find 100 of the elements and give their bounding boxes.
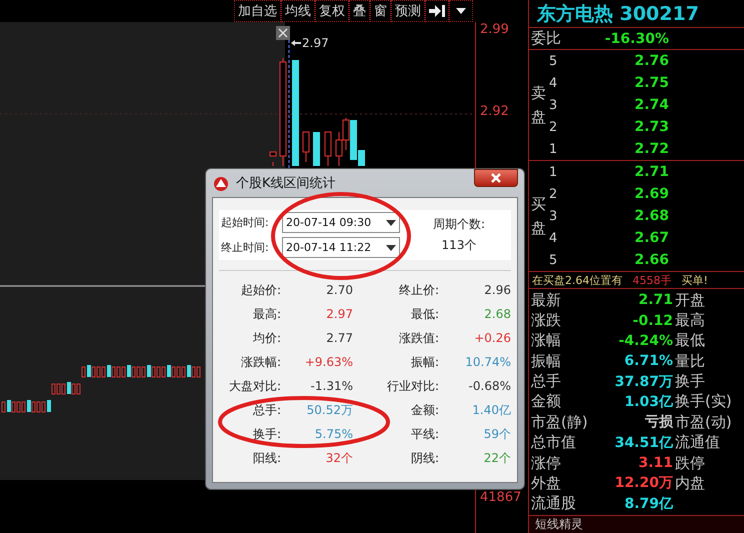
stat-label: 均价: [252,331,281,345]
order-price: 2.71 [633,164,669,180]
period-label: 周期个数: [432,216,486,233]
order-price: 2.72 [633,141,669,157]
footer-tab[interactable]: 短线精灵 [529,515,744,533]
order-level: 2 [549,120,558,134]
stat-value: 2.77 [325,331,353,345]
order-price: 2.76 [633,53,669,69]
quote-label: 最新 [530,290,562,310]
order-level: 4 [549,230,558,246]
quote-label: 最低 [674,331,706,350]
stat-value: -1.31% [310,379,353,393]
quote-label: 内盘 [674,474,706,493]
stat-value: 59个 [482,427,511,441]
stat-value: 2.68 [483,307,511,321]
stat-value: +0.26 [473,331,511,345]
stat-value: 5.75% [314,427,353,441]
price-axis-label: 2.99 [480,22,509,37]
quote-value: -0.12 [632,312,673,329]
toolbar-button[interactable]: 叠 [349,0,370,22]
stat-value: 32个 [324,451,353,465]
quote-label: 换手 [674,372,706,392]
order-level: 5 [549,252,558,268]
stat-label: 起始价: [240,283,281,297]
quote-label: 换手(实) [674,392,733,412]
quote-label: 流通股 [530,494,577,514]
price-axis-label: 2.92 [480,104,509,119]
stat-value: 2.97 [325,307,353,321]
quote-label: 涨跌 [530,311,562,330]
quote-value: 亏损 [644,413,673,432]
quote-label: 涨停 [530,454,562,473]
order-level: 5 [549,54,558,68]
order-price: 2.74 [633,97,669,113]
quote-label: 涨幅 [530,331,562,350]
quote-label: 金额 [530,392,562,412]
order-price: 2.75 [633,75,669,91]
price-marker: 2.97 [302,36,329,50]
order-price: 2.66 [633,252,669,268]
toolbar-button[interactable]: 窗 [370,0,391,22]
order-level: 1 [549,142,558,156]
quote-label: 振幅 [530,352,562,371]
quote-label: 量比 [674,352,706,371]
quote-value: 2.71 [637,292,673,308]
stat-value: -0.68% [468,379,511,393]
stat-label: 最高: [252,307,281,321]
stat-label: 换手: [252,427,281,441]
stat-label: 振幅: [410,355,439,369]
stat-value: 1.40亿 [471,403,511,417]
dialog-title: 个股K线区间统计 [236,175,336,192]
order-price: 2.73 [633,119,669,135]
alert-suffix: 买单! [682,272,708,288]
time-label: 起始时间: [221,215,270,230]
order-side-label: 买盘 [530,194,544,239]
toolbar-button[interactable]: 均线 [281,0,315,22]
quote-value: 3.11 [637,455,673,472]
order-level: 4 [549,76,558,90]
quote-label: 总市值 [530,433,577,452]
toolbar-button[interactable]: 预测 [391,0,425,22]
quote-value: -4.24% [618,332,673,349]
alert-volume: 4558手 [632,272,672,288]
ratio-label: 委比 [530,29,562,48]
quote-value: 34.51亿 [614,434,673,452]
order-price: 2.68 [633,208,669,224]
time-select[interactable]: 20-07-14 09:30 [282,212,400,233]
quote-label: 市盈(静) [530,412,589,432]
time-label: 终止时间: [221,240,270,255]
quote-label: 外盘 [530,474,562,493]
stat-label: 行业对比: [386,379,439,393]
stat-value: 10.74% [464,355,511,369]
time-select[interactable]: 20-07-14 11:22 [282,237,400,258]
quote-value: 12.20万 [614,474,673,492]
quote-label: 市盈(动) [674,412,733,432]
quote-value: 37.87万 [614,372,673,391]
stat-value: 2.70 [325,283,353,297]
toolbar-button[interactable]: 复权 [315,0,349,22]
toolbar-button[interactable]: 加自选 [234,0,281,22]
order-level: 3 [549,98,558,112]
quote-label: 最高 [674,311,706,330]
stat-value: +9.63% [304,355,353,369]
stock-title: 东方电热 300217 [536,2,700,26]
quote-value: 8.79亿 [623,494,673,513]
stat-value: 22个 [482,451,511,465]
order-level: 2 [549,186,558,202]
stat-label: 平线: [410,427,439,441]
quote-label: 总手 [530,372,562,392]
stat-label: 涨跌幅: [240,355,281,369]
quote-label: 流通值 [674,433,721,452]
ratio-value: -16.30% [604,30,669,46]
volume-axis-label: 41867 [480,490,522,505]
quote-label: 跌停 [674,454,706,473]
order-price: 2.67 [633,230,669,246]
stat-label: 大盘对比: [228,379,281,393]
order-level: 1 [549,164,558,180]
stat-label: 终止价: [398,283,439,297]
stat-value: 2.96 [483,283,511,297]
stat-label: 涨跌值: [398,331,439,345]
period-value: 113个 [442,237,476,254]
order-price: 2.69 [633,186,669,202]
stat-label: 最低: [410,307,439,321]
alert-text: 在买盘2.64位置有 [532,272,622,288]
